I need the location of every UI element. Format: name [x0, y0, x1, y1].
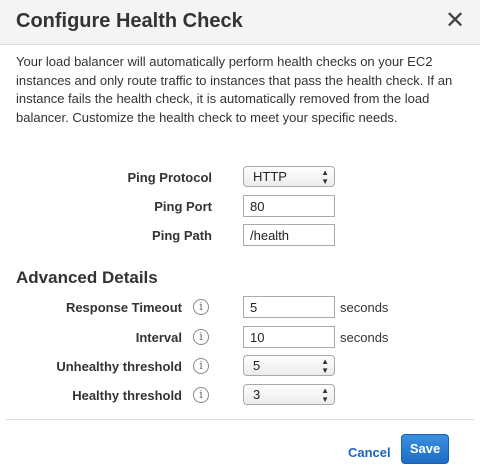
response-timeout-row: Response Timeout i seconds: [0, 296, 480, 320]
unhealthy-threshold-row: Unhealthy threshold i 5 ▲ ▼: [0, 355, 480, 379]
footer-divider: [6, 419, 474, 420]
response-timeout-label: Response Timeout: [65, 300, 182, 315]
ping-protocol-select[interactable]: HTTP ▲ ▼: [243, 166, 335, 187]
interval-input[interactable]: [243, 326, 335, 348]
ping-path-label: Ping Path: [152, 228, 212, 243]
ping-port-row: Ping Port: [0, 195, 480, 219]
dialog-description: Your load balancer will automatically pe…: [16, 54, 453, 125]
ping-protocol-row: Ping Protocol HTTP ▲ ▼: [0, 166, 480, 190]
ping-path-row: Ping Path: [0, 224, 480, 248]
advanced-details-heading: Advanced Details: [16, 268, 158, 287]
healthy-threshold-value: 3: [253, 387, 261, 402]
interval-row: Interval i seconds: [0, 326, 480, 350]
close-icon[interactable]: ✕: [444, 8, 466, 34]
healthy-threshold-select[interactable]: 3 ▲ ▼: [243, 384, 335, 405]
select-arrows-icon: ▲ ▼: [321, 386, 329, 404]
ping-protocol-label: Ping Protocol: [127, 170, 213, 185]
unhealthy-threshold-label: Unhealthy threshold: [56, 359, 182, 374]
interval-unit: seconds: [340, 330, 389, 345]
info-icon[interactable]: i: [193, 387, 209, 403]
response-timeout-input[interactable]: [243, 296, 335, 318]
dialog-header: Configure Health Check ✕: [0, 0, 480, 45]
ping-protocol-value: HTTP: [253, 169, 287, 184]
ping-port-label: Ping Port: [154, 199, 212, 214]
unhealthy-threshold-select[interactable]: 5 ▲ ▼: [243, 355, 335, 376]
select-arrows-icon: ▲ ▼: [321, 357, 329, 375]
response-timeout-unit: seconds: [340, 300, 389, 315]
healthy-threshold-row: Healthy threshold i 3 ▲ ▼: [0, 384, 480, 408]
dialog-title: Configure Health Check: [16, 10, 243, 32]
save-button[interactable]: Save: [401, 434, 449, 464]
info-icon[interactable]: i: [193, 299, 209, 315]
ping-path-input[interactable]: [243, 224, 335, 246]
ping-port-input[interactable]: [243, 195, 335, 217]
select-arrows-icon: ▲ ▼: [321, 168, 329, 186]
unhealthy-threshold-value: 5: [253, 358, 261, 373]
info-icon[interactable]: i: [193, 358, 209, 374]
info-icon[interactable]: i: [193, 329, 209, 345]
healthy-threshold-label: Healthy threshold: [72, 388, 182, 403]
cancel-button[interactable]: Cancel: [348, 445, 391, 460]
interval-label: Interval: [135, 330, 182, 345]
